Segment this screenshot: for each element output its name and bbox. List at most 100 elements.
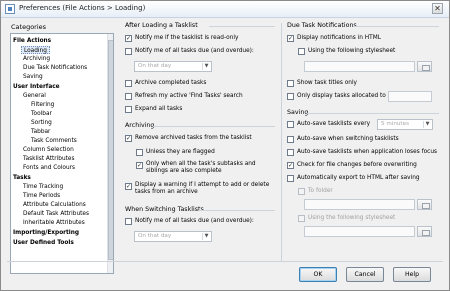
autosave-focus-label: Auto-save tasklists when application los… bbox=[297, 149, 438, 155]
remove-archived-checkbox[interactable] bbox=[125, 135, 132, 142]
display-warning-checkbox[interactable] bbox=[125, 183, 132, 190]
category-inheritable-attributes[interactable]: Inheritable Attributes bbox=[23, 219, 85, 227]
autosave-switching-label: Auto-save when switching tasklists bbox=[297, 136, 399, 142]
autosave-interval-value: 5 minutes bbox=[381, 121, 409, 127]
category-due-task-notifications[interactable]: Due Task Notifications bbox=[23, 64, 87, 72]
export-stylesheet-label: Using the following stylesheet bbox=[308, 215, 396, 221]
switching-due-dropdown-value: On that day bbox=[138, 233, 172, 239]
category-fonts-and-colours[interactable]: Fonts and Colours bbox=[23, 164, 75, 172]
title-bar: Preferences (File Actions > Loading) ✕ bbox=[1, 1, 449, 18]
notification-stylesheet-label: Using the following stylesheet bbox=[308, 48, 396, 54]
notification-stylesheet-browse-button[interactable] bbox=[417, 61, 432, 72]
to-folder-label: To folder bbox=[308, 188, 333, 194]
category-toolbar[interactable]: Toolbar bbox=[31, 110, 52, 118]
notification-stylesheet-checkbox[interactable] bbox=[298, 48, 305, 55]
category-loading[interactable]: Loading bbox=[21, 46, 50, 54]
switching-notify-due-checkbox[interactable] bbox=[125, 218, 132, 225]
column-divider bbox=[281, 23, 282, 261]
app-icon bbox=[5, 4, 15, 14]
after-loading-title: After Loading a Tasklist bbox=[125, 22, 198, 29]
category-general[interactable]: General bbox=[23, 92, 46, 100]
category-default-task-attributes[interactable]: Default Task Attributes bbox=[23, 210, 89, 218]
unless-flagged-checkbox[interactable] bbox=[136, 149, 143, 156]
category-saving[interactable]: Saving bbox=[23, 73, 43, 81]
close-button[interactable]: ✕ bbox=[432, 3, 443, 14]
notify-due-dropdown[interactable]: On that day ▼ bbox=[134, 61, 212, 72]
display-warning-label: Display a warning if I attempt to add or… bbox=[135, 182, 270, 195]
autosave-every-label: Auto-save tasklists every bbox=[297, 121, 371, 127]
notify-due-checkbox[interactable] bbox=[125, 48, 132, 55]
autosave-switching-checkbox[interactable] bbox=[287, 136, 294, 143]
notification-stylesheet-path[interactable] bbox=[304, 61, 415, 72]
saving-title: Saving bbox=[287, 109, 309, 116]
separator bbox=[153, 126, 275, 127]
category-column-selection[interactable]: Column Selection bbox=[23, 146, 74, 154]
expand-all-checkbox[interactable] bbox=[125, 106, 132, 113]
categories-scrollbar[interactable] bbox=[107, 34, 113, 273]
archiving-title: Archiving bbox=[125, 122, 155, 129]
notify-due-label: Notify me of all tasks due (and overdue)… bbox=[135, 48, 254, 54]
window-title: Preferences (File Actions > Loading) bbox=[19, 4, 146, 12]
category-filtering[interactable]: Filtering bbox=[31, 101, 54, 109]
task-titles-only-checkbox[interactable] bbox=[287, 80, 294, 87]
only-allocated-label: Only display tasks allocated to bbox=[297, 93, 386, 99]
category-importing-exporting[interactable]: Importing/Exporting bbox=[13, 229, 79, 237]
notify-readonly-checkbox[interactable] bbox=[125, 35, 132, 42]
refresh-find-checkbox[interactable] bbox=[125, 93, 132, 100]
category-tasks[interactable]: Tasks bbox=[13, 174, 31, 182]
footer-divider bbox=[7, 261, 443, 262]
separator bbox=[209, 26, 275, 27]
separator bbox=[199, 210, 275, 211]
switching-due-dropdown[interactable]: On that day ▼ bbox=[134, 231, 212, 242]
category-archiving[interactable]: Archiving bbox=[23, 55, 50, 63]
export-folder-browse-button[interactable] bbox=[417, 199, 432, 210]
auto-export-checkbox[interactable] bbox=[287, 175, 294, 182]
export-stylesheet-path[interactable] bbox=[304, 226, 415, 237]
switching-notify-due-label: Notify me of all tasks due (and overdue)… bbox=[135, 218, 254, 224]
category-tabbar[interactable]: Tabbar bbox=[31, 128, 50, 136]
check-changes-label: Check for file changes before overwritin… bbox=[297, 162, 417, 168]
chevron-down-icon: ▼ bbox=[202, 63, 210, 70]
only-when-complete-checkbox[interactable] bbox=[136, 162, 143, 169]
to-folder-checkbox[interactable] bbox=[298, 188, 305, 195]
allocated-to-field[interactable] bbox=[388, 91, 432, 102]
export-folder-path[interactable] bbox=[304, 199, 415, 210]
due-notifications-title: Due Task Notifications bbox=[287, 22, 357, 29]
expand-all-label: Expand all tasks bbox=[135, 106, 183, 112]
preferences-window: Preferences (File Actions > Loading) ✕ C… bbox=[0, 0, 450, 291]
only-allocated-checkbox[interactable] bbox=[287, 93, 294, 100]
category-tasklist-attributes[interactable]: Tasklist Attributes bbox=[23, 155, 74, 163]
display-html-checkbox[interactable] bbox=[287, 35, 294, 42]
autosave-focus-checkbox[interactable] bbox=[287, 149, 294, 156]
notify-due-dropdown-value: On that day bbox=[138, 63, 172, 69]
help-button[interactable]: Help bbox=[393, 267, 431, 282]
autosave-interval-dropdown[interactable]: 5 minutes ▼ bbox=[377, 119, 433, 130]
category-user-defined-tools[interactable]: User Defined Tools bbox=[13, 239, 74, 247]
when-switching-title: When Switching Tasklists bbox=[125, 206, 204, 213]
category-time-periods[interactable]: Time Periods bbox=[23, 192, 60, 200]
category-attribute-calculations[interactable]: Attribute Calculations bbox=[23, 201, 86, 209]
export-stylesheet-checkbox[interactable] bbox=[298, 215, 305, 222]
export-stylesheet-browse-button[interactable] bbox=[417, 226, 432, 237]
archive-completed-label: Archive completed tasks bbox=[135, 80, 207, 86]
category-task-comments[interactable]: Task Comments bbox=[31, 137, 77, 145]
scrollbar-thumb[interactable] bbox=[108, 40, 113, 260]
remove-archived-label: Remove archived tasks from the tasklist bbox=[135, 135, 252, 141]
separator bbox=[353, 26, 439, 27]
unless-flagged-label: Unless they are flagged bbox=[146, 149, 215, 155]
notify-readonly-label: Notify me if the tasklist is read-only bbox=[135, 35, 239, 41]
categories-label: Categories bbox=[11, 23, 47, 31]
category-time-tracking[interactable]: Time Tracking bbox=[23, 183, 63, 191]
task-titles-only-label: Show task titles only bbox=[297, 80, 357, 86]
display-html-label: Display notifications in HTML bbox=[297, 35, 381, 41]
categories-tree[interactable]: File Actions Loading Archiving Due Task … bbox=[10, 33, 114, 274]
category-sorting[interactable]: Sorting bbox=[31, 119, 52, 127]
cancel-button[interactable]: Cancel bbox=[346, 267, 384, 282]
ok-button[interactable]: OK bbox=[299, 267, 337, 282]
category-user-interface[interactable]: User Interface bbox=[13, 83, 60, 91]
category-file-actions[interactable]: File Actions bbox=[13, 37, 51, 45]
autosave-every-checkbox[interactable] bbox=[287, 121, 294, 128]
check-changes-checkbox[interactable] bbox=[287, 162, 294, 169]
archive-completed-checkbox[interactable] bbox=[125, 80, 132, 87]
auto-export-label: Automatically export to HTML after savin… bbox=[297, 175, 420, 181]
